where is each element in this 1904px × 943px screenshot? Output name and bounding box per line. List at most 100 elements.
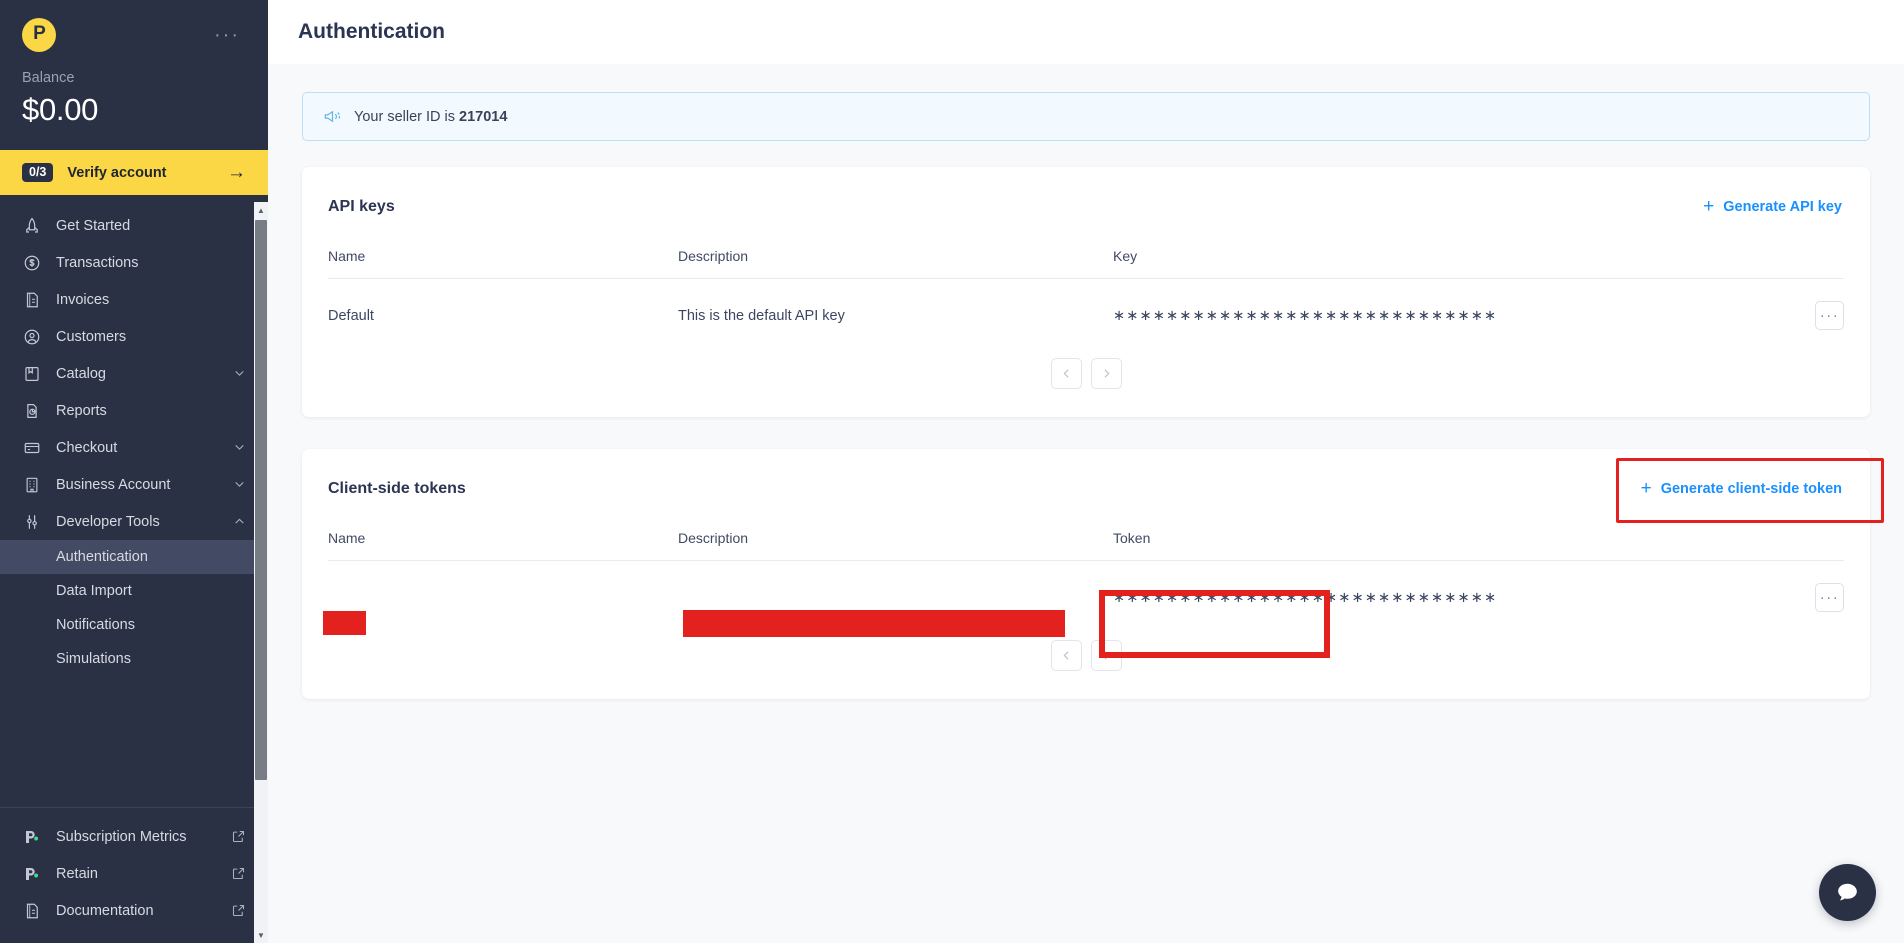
sliders-icon [22,512,41,531]
sidebar-subitem-notifications[interactable]: Notifications [0,608,268,642]
api-key-masked-value: ∗∗∗∗∗∗∗∗∗∗∗∗∗∗∗∗∗∗∗∗∗∗∗∗∗∗∗∗∗ [1113,279,1774,353]
brand-logo-letter: P [33,23,45,45]
content-area: Your seller ID is 217014 API keys + Gene… [268,64,1904,943]
catalog-icon [22,364,41,383]
app-root: P ··· Balance $0.00 0/3 Verify account →… [0,0,1904,943]
sidebar-item-label: Business Account [56,477,218,493]
client-tokens-prev-page-button[interactable] [1051,640,1082,671]
sidebar-item-customers[interactable]: Customers [0,318,268,355]
balance-label: Balance [22,70,246,86]
sidebar-subitem-label: Authentication [56,549,148,565]
external-link-icon [231,903,246,918]
sidebar-item-label: Get Started [56,218,246,234]
sidebar-nav-scroll: Get Started Transactions Invoices Custom… [0,195,268,807]
sidebar-item-label: Checkout [56,440,218,456]
chevron-up-icon [233,515,246,528]
sidebar-scrollbar-thumb[interactable] [255,220,267,780]
sidebar-more-menu-icon[interactable]: ··· [208,26,246,44]
client-tokens-table-body: ∗∗∗∗∗∗∗∗∗∗∗∗∗∗∗∗∗∗∗∗∗∗∗∗∗∗∗∗∗ ··· [328,561,1844,635]
external-link-icon [231,829,246,844]
arrow-right-icon: → [227,163,246,182]
table-row: ∗∗∗∗∗∗∗∗∗∗∗∗∗∗∗∗∗∗∗∗∗∗∗∗∗∗∗∗∗ ··· [328,561,1844,635]
api-key-actions-cell: ··· [1774,279,1844,353]
chevron-left-icon [1060,367,1073,380]
generate-client-side-token-button[interactable]: + Generate client-side token [1639,473,1844,504]
client-token-actions-cell: ··· [1774,561,1844,635]
row-actions-menu-icon[interactable]: ··· [1815,583,1844,612]
generate-client-side-token-label: Generate client-side token [1661,481,1842,497]
sidebar-item-developer-tools[interactable]: Developer Tools [0,503,268,540]
sidebar-footer-links: Subscription Metrics Retain Documentat [0,807,268,943]
sidebar-item-catalog[interactable]: Catalog [0,355,268,392]
sidebar-header-area: P ··· Balance $0.00 0/3 Verify account → [0,0,268,195]
brand-logo-icon[interactable]: P [22,18,56,52]
client-tokens-next-page-button[interactable] [1091,640,1122,671]
sidebar-item-subscription-metrics[interactable]: Subscription Metrics [0,818,268,855]
chat-bubble-icon [1834,879,1861,906]
column-header-key: Key [1113,228,1774,279]
verify-progress-badge: 0/3 [22,163,53,182]
sidebar: P ··· Balance $0.00 0/3 Verify account →… [0,0,268,943]
client-tokens-title: Client-side tokens [328,480,466,498]
dollar-circle-icon [22,253,41,272]
sidebar-item-invoices[interactable]: Invoices [0,281,268,318]
scroll-down-arrow-icon[interactable]: ▼ [254,927,268,943]
sidebar-header: P ··· [0,0,268,66]
sidebar-item-transactions[interactable]: Transactions [0,244,268,281]
api-keys-card: API keys + Generate API key Name Descrip… [302,167,1870,417]
chevron-left-icon [1060,649,1073,662]
profitwell-icon [22,864,41,883]
megaphone-icon [323,107,342,126]
sidebar-item-checkout[interactable]: Checkout [0,429,268,466]
chevron-down-icon [233,367,246,380]
document-icon [22,901,41,920]
seller-id-prefix: Your seller ID is [354,109,459,125]
api-keys-prev-page-button[interactable] [1051,358,1082,389]
api-keys-pagination [328,352,1844,393]
scroll-up-arrow-icon[interactable]: ▲ [254,202,268,218]
sidebar-item-reports[interactable]: Reports [0,392,268,429]
redacted-token-name [323,611,366,635]
seller-id-value: 217014 [459,109,507,125]
client-tokens-card-body: Name Description Token ∗∗∗∗∗∗∗∗∗∗∗∗∗∗∗∗∗… [302,510,1870,699]
client-token-name-cell [328,561,678,635]
sidebar-item-get-started[interactable]: Get Started [0,207,268,244]
sidebar-subitem-data-import[interactable]: Data Import [0,574,268,608]
sidebar-item-label: Customers [56,329,246,345]
verify-account-banner[interactable]: 0/3 Verify account → [0,150,268,195]
building-icon [22,475,41,494]
generate-api-key-label: Generate API key [1723,199,1842,215]
client-tokens-table: Name Description Token ∗∗∗∗∗∗∗∗∗∗∗∗∗∗∗∗∗… [328,510,1844,634]
balance-block: Balance $0.00 [0,66,268,150]
card-icon [22,438,41,457]
column-header-token: Token [1113,510,1774,561]
top-bar: Authentication [268,0,1904,64]
rocket-icon [22,216,41,235]
api-keys-next-page-button[interactable] [1091,358,1122,389]
verify-account-label: Verify account [67,165,166,181]
plus-icon: + [1641,479,1652,498]
api-keys-table-head: Name Description Key [328,228,1844,279]
client-tokens-table-head: Name Description Token [328,510,1844,561]
sidebar-scrollbar[interactable]: ▲ ▼ [254,202,268,943]
sidebar-item-label: Subscription Metrics [56,829,216,845]
chevron-down-icon [233,441,246,454]
sidebar-item-retain[interactable]: Retain [0,855,268,892]
seller-id-text: Your seller ID is 217014 [354,109,507,125]
generate-api-key-button[interactable]: + Generate API key [1701,191,1844,222]
sidebar-subitem-simulations[interactable]: Simulations [0,642,268,676]
sidebar-item-documentation[interactable]: Documentation [0,892,268,929]
api-keys-card-header: API keys + Generate API key [302,167,1870,228]
api-keys-card-body: Name Description Key Default This is the… [302,228,1870,417]
sidebar-item-business-account[interactable]: Business Account [0,466,268,503]
chat-widget-button[interactable] [1819,864,1876,921]
column-header-actions [1774,228,1844,279]
api-key-description-cell: This is the default API key [678,279,1113,353]
column-header-name: Name [328,510,678,561]
column-header-description: Description [678,510,1113,561]
api-keys-table-body: Default This is the default API key ∗∗∗∗… [328,279,1844,353]
column-header-description: Description [678,228,1113,279]
sidebar-subitem-authentication[interactable]: Authentication [0,540,268,574]
page-title: Authentication [298,20,445,44]
row-actions-menu-icon[interactable]: ··· [1815,301,1844,330]
